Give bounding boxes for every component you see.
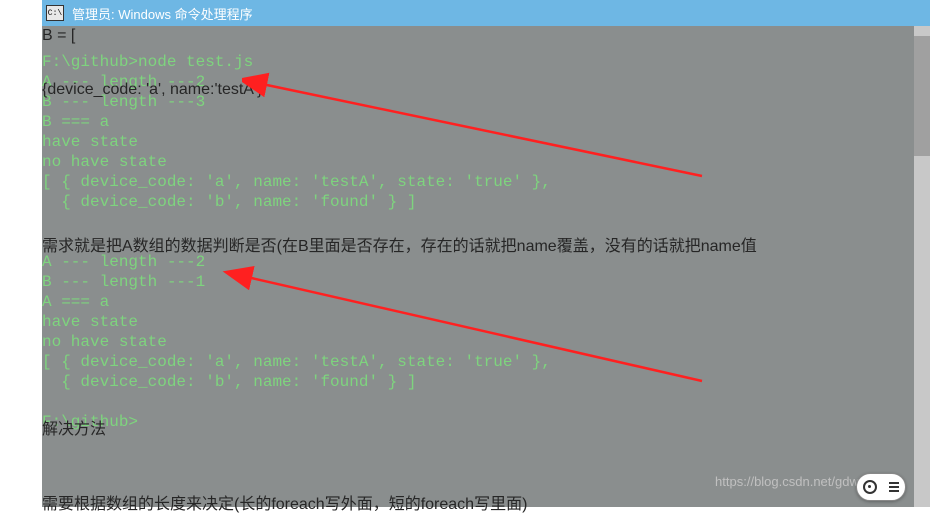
scrollbar-thumb[interactable]: [914, 36, 930, 156]
overlay-requirement: 需求就是把A数组的数据判断是否(在B里面是否存在，存在的话就把name覆盖，没有…: [42, 237, 757, 257]
terminal-window: C:\ 管理员: Windows 命令处理程序 B = [ {device_co…: [42, 0, 930, 507]
terminal-body[interactable]: B = [ {device_code: 'a', name:'testA'} 需…: [42, 26, 930, 432]
terminal-line: have state: [42, 312, 930, 332]
title-bar[interactable]: C:\ 管理员: Windows 命令处理程序: [42, 0, 930, 26]
terminal-line: [ { device_code: 'a', name: 'testA', sta…: [42, 172, 930, 192]
terminal-line: [ { device_code: 'a', name: 'testA', sta…: [42, 352, 930, 372]
terminal-line: A === a: [42, 292, 930, 312]
terminal-line: [42, 212, 930, 232]
cmd-icon-text: C:\: [48, 9, 62, 18]
terminal-line: B === a: [42, 112, 930, 132]
terminal-line: [42, 392, 930, 412]
cmd-icon: C:\: [46, 5, 64, 21]
terminal-line: have state: [42, 132, 930, 152]
overlay-bottom: 需要根据数组的长度来决定(长的foreach写外面，短的foreach写里面): [42, 495, 527, 515]
window-title: 管理员: Windows 命令处理程序: [72, 4, 253, 23]
terminal-line: no have state: [42, 332, 930, 352]
overlay-device-a: {device_code: 'a', name:'testA'}: [42, 80, 262, 100]
terminal-line: no have state: [42, 152, 930, 172]
overlay-solution: 解决方法: [42, 420, 106, 440]
menu-lines-icon: [889, 482, 899, 492]
terminal-line: B --- length ---1: [42, 272, 930, 292]
terminal-line: F:\github>: [42, 412, 930, 432]
search-widget[interactable]: [856, 473, 906, 501]
scrollbar[interactable]: [914, 26, 930, 507]
terminal-line: { device_code: 'b', name: 'found' } ]: [42, 372, 930, 392]
overlay-b-array: B = [: [42, 26, 75, 46]
terminal-line: F:\github>node test.js: [42, 52, 930, 72]
terminal-line: { device_code: 'b', name: 'found' } ]: [42, 192, 930, 212]
search-icon: [863, 480, 877, 494]
terminal-line: [42, 32, 930, 52]
